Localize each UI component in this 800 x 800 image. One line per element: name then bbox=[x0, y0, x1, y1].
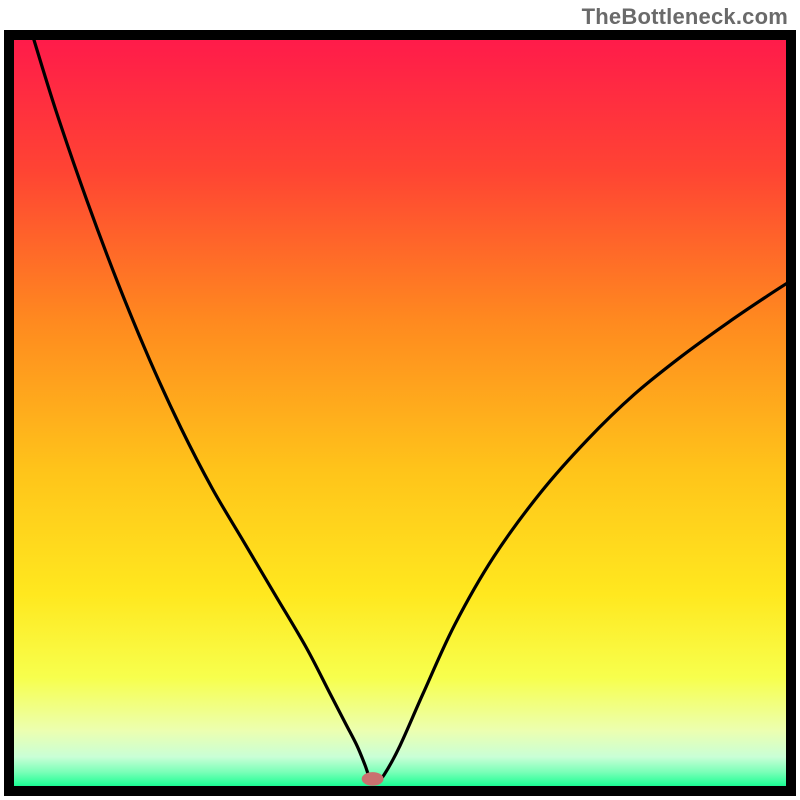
bottleneck-chart: TheBottleneck.com bbox=[0, 0, 800, 800]
optimum-marker bbox=[362, 772, 384, 786]
chart-svg bbox=[0, 0, 800, 800]
watermark: TheBottleneck.com bbox=[582, 4, 788, 30]
chart-background bbox=[9, 35, 791, 791]
